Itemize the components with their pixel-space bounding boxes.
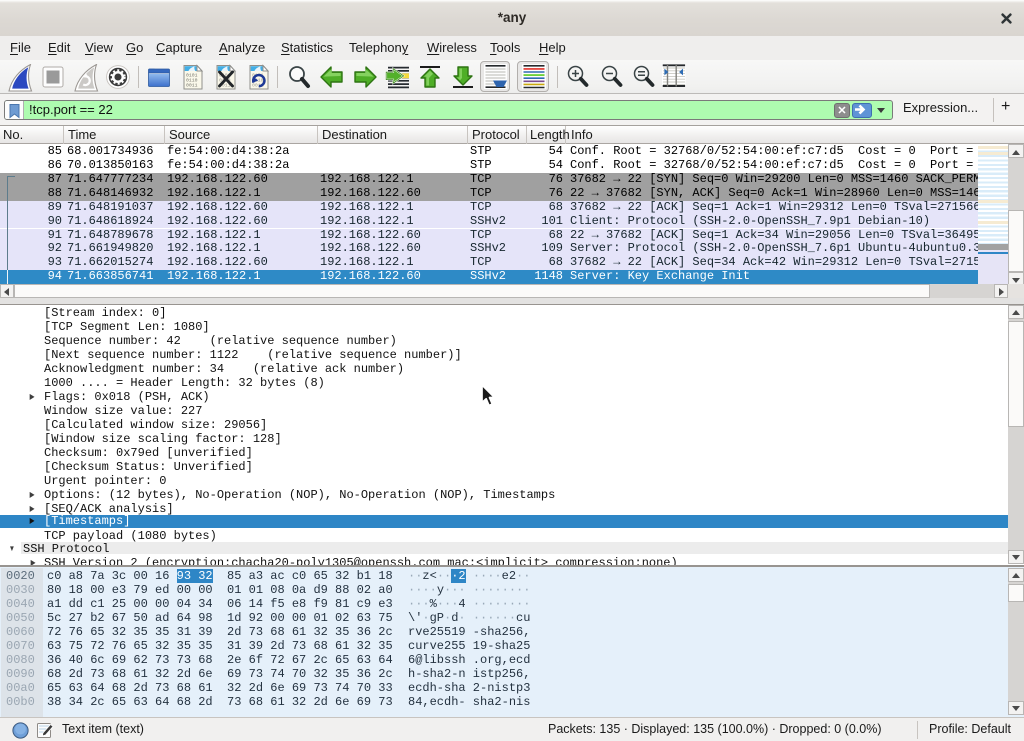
svg-text:0011: 0011 [186, 83, 198, 89]
